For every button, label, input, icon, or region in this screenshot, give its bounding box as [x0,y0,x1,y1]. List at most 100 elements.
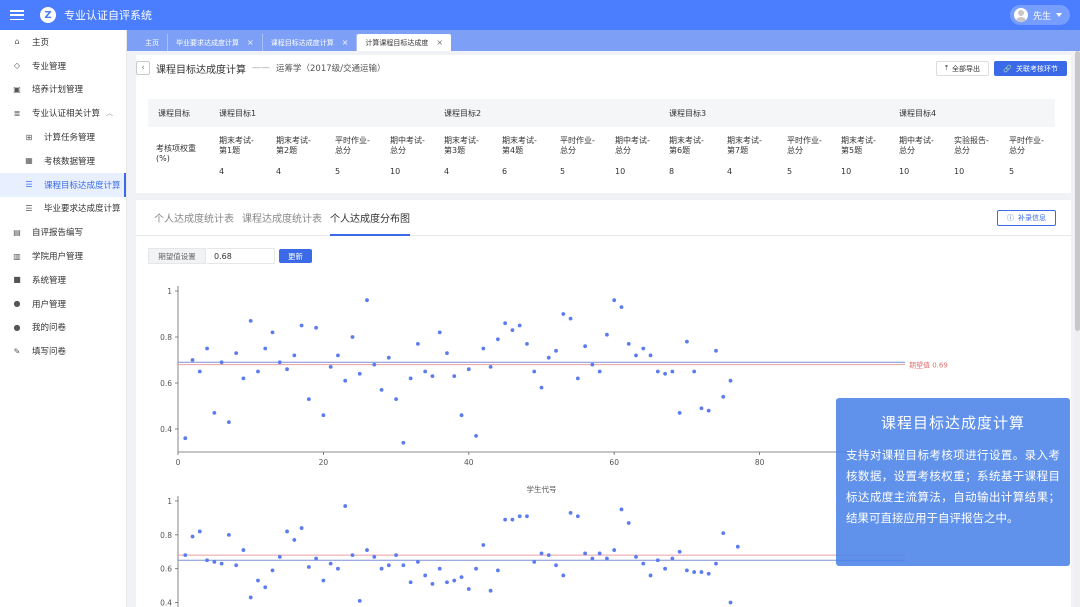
sidebar-item-10[interactable]: ■ 系统管理 [0,268,126,292]
scatter-point [423,369,428,374]
scatter-point [663,566,667,571]
scatter-point [197,529,202,534]
weight-item-value: 10 [899,167,910,176]
scrollbar-thumb[interactable] [1075,51,1080,331]
scatter-point [336,566,340,571]
sidebar-item-12[interactable]: ● 我的问卷 [0,316,126,340]
scatter-point [575,376,580,381]
scatter-point [219,561,224,566]
y-tick-label: 0.4 [160,425,172,434]
close-icon[interactable]: × [247,38,254,47]
scatter-point [234,563,239,568]
scatter-point [212,560,217,564]
scatter-point [292,353,297,358]
apps-icon: ■ [13,275,21,285]
scatter-point [357,598,362,603]
sidebar-item-7[interactable]: ☰ 毕业要求达成度计算 [0,197,126,221]
expect-value-input[interactable] [207,248,275,264]
feature-overlay: 课程目标达成度计算 支持对课程目标考核项进行设置。录入考核数据，设置考核权重；系… [836,398,1070,566]
scatter-point [270,330,275,335]
scatter-point [386,355,391,360]
sidebar-item-label: 主页 [32,37,50,48]
scatter-point [343,504,348,508]
scatter-point [430,374,435,378]
section-tab-0[interactable]: 个人达成度统计表 [154,210,234,236]
sidebar-item-9[interactable]: ▥ 学院用户管理 [0,244,126,268]
sidebar-item-4[interactable]: ⊞ 计算任务管理 [0,125,126,149]
weight-item-label: 期中考试-总分 [615,136,650,155]
scrollbar[interactable] [1075,51,1080,607]
scatter-point [256,578,260,583]
scatter-point [263,585,268,590]
tab-bar: 主页 毕业要求达成度计算 × 课程目标达成度计算 × 计算课程目标达成度 × [127,30,1080,51]
sidebar-item-label: 自评报告编写 [32,228,84,239]
scatter-point [554,348,558,353]
scatter-point [452,578,457,583]
sidebar-item-6[interactable]: ☰ 课程目标达成度计算 [0,172,126,197]
scatter-point [314,325,319,330]
sidebar-item-5[interactable]: ▦ 考核数据管理 [0,149,126,173]
sidebar-item-label: 用户管理 [32,299,67,310]
tab-1[interactable]: 毕业要求达成度计算 × [168,34,263,51]
tab-2[interactable]: 课程目标达成度计算 × [263,34,358,51]
sidebar-item-label: 课程目标达成度计算 [44,180,121,191]
scatter-point [663,371,667,376]
scatter-point [205,346,209,351]
sidebar-item-0[interactable]: ⌂ 主页 [0,30,126,54]
tab-label: 毕业要求达成度计算 [176,38,239,47]
scatter-point [510,328,515,332]
sidebar-item-3[interactable]: ≣ 专业认证相关计算 ︿ [0,101,126,125]
y-tick-label: 1 [167,287,172,296]
sidebar-item-13[interactable]: ✎ 填写问卷 [0,339,126,363]
scatter-point [183,553,188,558]
y-tick-label: 0.6 [160,379,172,388]
scatter-point [372,554,377,559]
sidebar-item-label: 考核数据管理 [44,156,96,167]
weight-item-label: 平时作业-总分 [1009,136,1044,155]
tab-label: 主页 [145,38,159,47]
scatter-point [423,573,428,578]
update-button[interactable]: 更新 [279,249,312,263]
tab-0[interactable]: 主页 [137,34,168,51]
section-tab-2[interactable]: 个人达成度分布图 [330,210,410,236]
scatter-point [685,339,689,344]
scatter-point [306,565,311,569]
sidebar-item-label: 计算任务管理 [44,133,96,144]
scatter-point [554,563,558,568]
section-tab-1[interactable]: 课程达成度统计表 [242,210,322,236]
scatter-point [357,371,362,376]
hamburger-menu-icon[interactable] [10,10,24,20]
user-menu[interactable]: 先生 [1009,5,1070,25]
grid-icon: ▦ [25,156,33,166]
tab-3[interactable]: 计算课程目标达成度 × [357,34,452,51]
x-tick-label: 40 [464,458,474,467]
scatter-point [481,346,486,351]
scatter-point [605,332,609,337]
scatter-point [619,305,624,309]
link-assessment-button[interactable]: 🔗 关联考核环节 [994,61,1067,76]
sidebar-item-2[interactable]: ▣ 培养计划管理 [0,78,126,102]
export-all-button[interactable]: ⤒ 全部导出 [935,61,989,76]
x-tick-label: 60 [609,458,619,467]
scatter-point [612,298,617,303]
scatter-point [372,362,377,367]
scatter-point [517,323,522,328]
weight-item-value: 10 [615,167,626,176]
close-icon[interactable]: × [342,38,349,47]
sidebar-item-1[interactable]: ◇ 专业管理 [0,54,126,78]
y-tick-label: 0.8 [160,531,172,540]
sidebar-item-label: 学院用户管理 [32,252,84,263]
scatter-point [416,342,420,346]
weight-item-value: 6 [502,167,508,176]
scatter-point [517,514,522,519]
weight-item-value: 5 [560,167,566,176]
scatter-point [241,376,246,381]
scatter-point [648,353,653,358]
scatter-point [539,551,544,556]
sidebar-item-8[interactable]: ▤ 自评报告编写 [0,220,126,244]
scatter-point [474,566,478,571]
close-icon[interactable]: × [436,38,443,47]
supplement-info-button[interactable]: ⓘ 补录信息 [997,210,1056,226]
sidebar-item-11[interactable]: ● 用户管理 [0,292,126,316]
back-arrow-icon[interactable]: ‹ [136,61,150,75]
